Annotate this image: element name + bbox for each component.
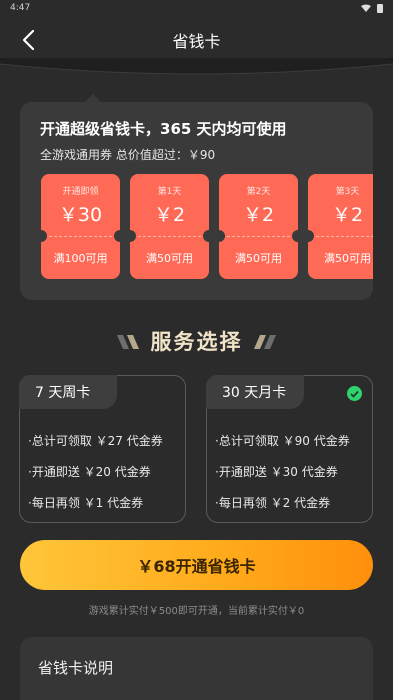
coupon-item: 第3天 ￥2 满50可用 [308, 174, 373, 279]
plan-card-monthly[interactable]: 30 天月卡 ·总计可领取 ￥90 代金券 ·开通即送 ￥30 代金券 ·每日再… [206, 375, 373, 523]
status-icons [361, 3, 383, 13]
card-panel: 开通超级省钱卡，365 天内均可使用 全游戏通用券 总价值超过：￥90 开通即领… [20, 94, 373, 300]
coupon-label: 第1天 [157, 187, 182, 197]
coupon-notch [41, 230, 47, 242]
check-icon [347, 386, 362, 401]
coupon-condition: 满50可用 [235, 252, 282, 265]
coupon-notch [308, 230, 314, 242]
explain-section: 省钱卡说明 [20, 637, 373, 700]
coupon-notch [114, 230, 120, 242]
plan-benefit: ·每日再领 ￥2 代金券 [215, 496, 331, 510]
plan-name: 30 天月卡 [206, 375, 304, 409]
coupon-amount: ￥30 [58, 204, 103, 226]
header-curve [0, 58, 393, 75]
coupon-notch [130, 230, 136, 242]
panel-notch [84, 94, 102, 103]
coupon-list[interactable]: 开通即领 ￥30 满100可用 第1天 ￥2 满50可用 第2天 ￥2 满50可… [41, 174, 373, 280]
service-title: 服务选择 [150, 330, 243, 354]
cta-note: 游戏累计实付￥500即可开通，当前累计实付￥0 [88, 606, 305, 617]
coupon-amount: ￥2 [242, 204, 275, 226]
plan-benefit: ·开通即送 ￥20 代金券 [28, 465, 151, 479]
coupon-condition: 满50可用 [324, 252, 371, 265]
coupon-item: 第2天 ￥2 满50可用 [219, 174, 298, 279]
status-time: 4:47 [10, 3, 31, 13]
coupon-divider [138, 236, 201, 237]
coupon-item: 开通即领 ￥30 满100可用 [41, 174, 120, 279]
back-button[interactable] [14, 26, 42, 54]
plan-card-weekly[interactable]: 7 天周卡 ·总计可领取 ￥27 代金券 ·开通即送 ￥20 代金券 ·每日再领… [19, 375, 186, 523]
coupon-label: 第3天 [335, 187, 360, 197]
coupon-divider [49, 236, 112, 237]
panel-subheading: 全游戏通用券 总价值超过：￥90 [40, 148, 216, 162]
panel-heading: 开通超级省钱卡，365 天内均可使用 [40, 120, 287, 138]
plan-name: 7 天周卡 [19, 375, 117, 409]
coupon-label: 开通即领 [62, 187, 99, 197]
coupon-amount: ￥2 [331, 204, 364, 226]
coupon-label: 第2天 [246, 187, 271, 197]
activate-card-button[interactable]: ￥68开通省钱卡 [20, 540, 373, 590]
plan-benefit: ·每日再领 ￥1 代金券 [28, 496, 144, 510]
coupon-notch [292, 230, 298, 242]
coupon-condition: 满50可用 [146, 252, 193, 265]
plan-benefit: ·总计可领取 ￥27 代金券 [28, 434, 163, 448]
explain-title: 省钱卡说明 [38, 659, 114, 677]
wifi-icon [361, 4, 371, 12]
status-bar: 4:47 [0, 0, 393, 16]
coupon-divider [227, 236, 290, 237]
coupon-item: 第1天 ￥2 满50可用 [130, 174, 209, 279]
plan-benefit: ·开通即送 ￥30 代金券 [215, 465, 338, 479]
coupon-divider [316, 236, 373, 237]
page-title: 省钱卡 [172, 32, 221, 51]
battery-icon [377, 3, 383, 13]
coupon-condition: 满100可用 [53, 252, 108, 265]
coupon-notch [203, 230, 209, 242]
coupon-amount: ￥2 [153, 204, 186, 226]
header: 省钱卡 [0, 16, 393, 64]
chevron-left-icon [22, 29, 35, 51]
title-decoration-right-icon [254, 335, 276, 349]
coupon-notch [219, 230, 225, 242]
plan-benefit: ·总计可领取 ￥90 代金券 [215, 434, 350, 448]
